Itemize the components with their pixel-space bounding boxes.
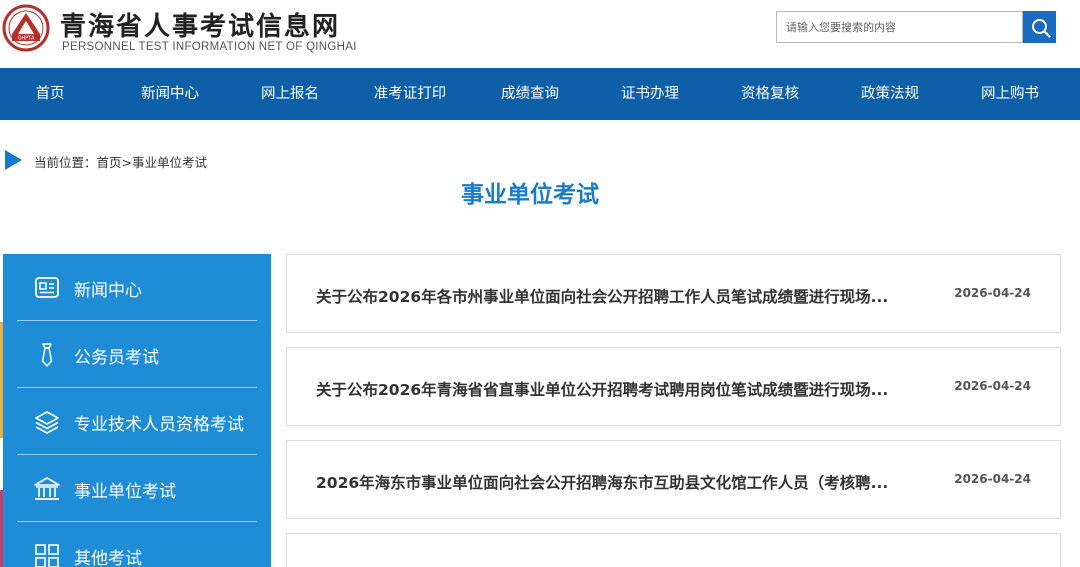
search-button[interactable] xyxy=(1023,11,1056,43)
nav-item-admission-ticket[interactable]: 准考证打印 xyxy=(355,68,465,120)
sidebar-item-public-institution[interactable]: 事业单位考试 xyxy=(17,455,257,522)
sidebar-item-label: 专业技术人员资格考试 xyxy=(74,415,244,435)
site-title: 青海省人事考试信息网 xyxy=(60,12,341,42)
site-logo-icon[interactable]: QHPTA xyxy=(2,4,50,52)
news-item[interactable]: 关于公布2026年各市州事业单位面向社会公开招聘工作人员笔试成绩暨进行现场...… xyxy=(286,254,1061,333)
institution-icon xyxy=(34,477,60,500)
breadcrumb-arrow-icon xyxy=(5,150,22,170)
news-item[interactable]: 关于公布2026年青海省省直事业单位公开招聘考试聘用岗位笔试成绩暨进行现场...… xyxy=(286,347,1061,426)
search-icon xyxy=(1032,19,1051,38)
news-item[interactable] xyxy=(286,533,1061,567)
news-title[interactable]: 2026年海东市事业单位面向社会公开招聘海东市互助县文化馆工作人员（考核聘... xyxy=(316,471,888,493)
layers-icon xyxy=(35,411,59,434)
sidebar: 新闻中心 公务员考试 专业技术人员资格考试 事业单位考试 其他考试 xyxy=(3,254,271,567)
nav-item-home[interactable]: 首页 xyxy=(0,68,100,120)
nav-item-certificate[interactable]: 证书办理 xyxy=(595,68,705,120)
site-header: QHPTA 青海省人事考试信息网 PERSONNEL TEST INFORMAT… xyxy=(0,0,1080,68)
tie-icon xyxy=(41,343,53,367)
news-title[interactable]: 关于公布2026年各市州事业单位面向社会公开招聘工作人员笔试成绩暨进行现场... xyxy=(316,285,888,307)
sidebar-item-label: 新闻中心 xyxy=(74,281,142,301)
news-item[interactable]: 2026年海东市事业单位面向社会公开招聘海东市互助县文化馆工作人员（考核聘...… xyxy=(286,440,1061,519)
nav-item-policies[interactable]: 政策法规 xyxy=(835,68,945,120)
sidebar-item-label: 公务员考试 xyxy=(74,348,159,368)
search-input[interactable] xyxy=(777,12,1022,42)
news-date: 2026-04-24 xyxy=(954,472,1031,486)
sidebar-item-other-exams[interactable]: 其他考试 xyxy=(17,522,257,567)
sidebar-item-civil-servant[interactable]: 公务员考试 xyxy=(17,321,257,388)
nav-item-news-center[interactable]: 新闻中心 xyxy=(115,68,225,120)
newspaper-icon xyxy=(35,277,59,298)
news-date: 2026-04-24 xyxy=(954,379,1031,393)
sidebar-item-news-center[interactable]: 新闻中心 xyxy=(17,254,257,321)
sidebar-item-label: 其他考试 xyxy=(74,549,142,567)
breadcrumb: 当前位置：首页>事业单位考试 xyxy=(34,155,207,170)
svg-text:QHPTA: QHPTA xyxy=(18,36,35,42)
page-title: 事业单位考试 xyxy=(461,182,599,208)
nav-item-online-registration[interactable]: 网上报名 xyxy=(235,68,345,120)
search-box xyxy=(776,11,1023,43)
site-subtitle: PERSONNEL TEST INFORMATION NET OF QINGHA… xyxy=(62,41,357,53)
sidebar-item-professional-qualification[interactable]: 专业技术人员资格考试 xyxy=(17,388,257,455)
nav-item-qualification-review[interactable]: 资格复核 xyxy=(715,68,825,120)
main-nav: 首页 新闻中心 网上报名 准考证打印 成绩查询 证书办理 资格复核 政策法规 网… xyxy=(0,68,1080,120)
news-title[interactable]: 关于公布2026年青海省省直事业单位公开招聘考试聘用岗位笔试成绩暨进行现场... xyxy=(316,378,888,400)
news-date: 2026-04-24 xyxy=(954,286,1031,300)
sidebar-item-label: 事业单位考试 xyxy=(74,482,176,502)
nav-item-buy-books[interactable]: 网上购书 xyxy=(955,68,1065,120)
nav-item-score-query[interactable]: 成绩查询 xyxy=(475,68,585,120)
grid-icon xyxy=(35,544,59,567)
